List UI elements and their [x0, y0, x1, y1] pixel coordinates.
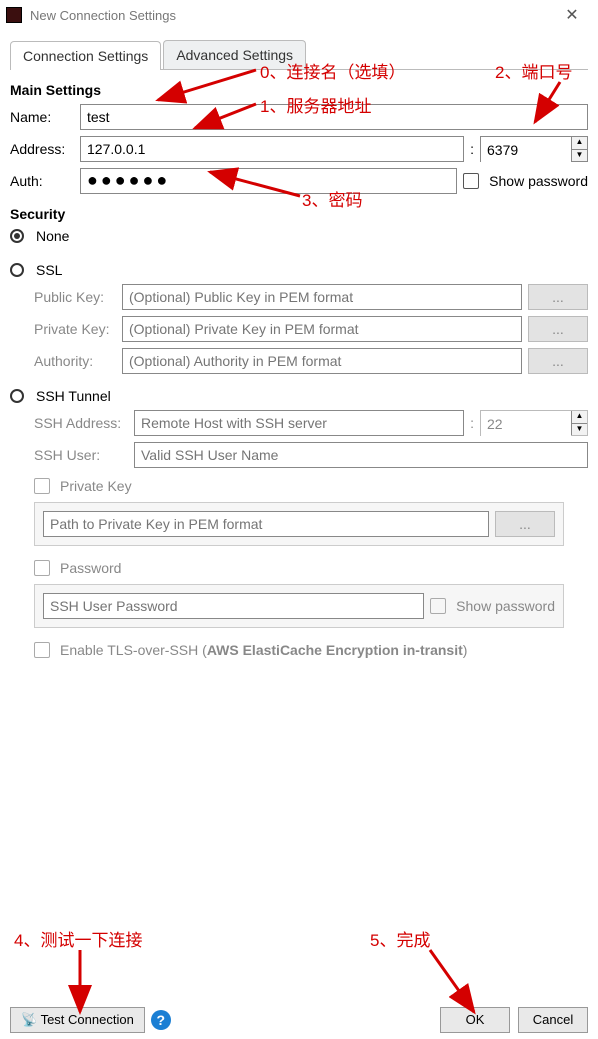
ssh-user-label: SSH User:: [34, 447, 128, 463]
ssh-private-key-label: Private Key: [60, 478, 132, 494]
ssh-address-label: SSH Address:: [34, 415, 128, 431]
authority-browse-button: ...: [528, 348, 588, 374]
security-ssl-radio[interactable]: [10, 263, 24, 277]
annotation-4: 4、测试一下连接: [14, 926, 142, 951]
ssh-private-key-box: ...: [34, 502, 564, 546]
ssh-password-label: Password: [60, 560, 121, 576]
show-password-label: Show password: [489, 173, 588, 189]
tab-connection-settings[interactable]: Connection Settings: [10, 41, 161, 70]
spin-up-icon: ▲: [572, 411, 587, 424]
address-input[interactable]: [80, 136, 464, 162]
ok-button[interactable]: OK: [440, 1007, 510, 1033]
security-ssh-tunnel-radio[interactable]: [10, 389, 24, 403]
app-icon: [6, 7, 22, 23]
name-input[interactable]: [80, 104, 588, 130]
private-key-input: [122, 316, 522, 342]
private-key-browse-button: ...: [528, 316, 588, 342]
dialog-footer: 📡 Test Connection ? OK Cancel: [0, 1007, 598, 1033]
main-settings-heading: Main Settings: [10, 82, 588, 98]
cancel-button[interactable]: Cancel: [518, 1007, 588, 1033]
ssh-password-input: [43, 593, 424, 619]
security-ssh-tunnel-label: SSH Tunnel: [36, 388, 111, 404]
ssh-port-spinbox: ▲ ▼: [480, 410, 588, 436]
test-connection-icon: 📡: [21, 1012, 37, 1027]
port-spinbox[interactable]: ▲ ▼: [480, 136, 588, 162]
ssh-private-key-path-input: [43, 511, 489, 537]
show-password-checkbox[interactable]: [463, 173, 479, 189]
security-none-label: None: [36, 228, 69, 244]
tab-bar: Connection Settings Advanced Settings: [10, 40, 588, 70]
ssh-private-key-browse-button: ...: [495, 511, 555, 537]
ssh-port-input: [481, 411, 571, 437]
authority-label: Authority:: [34, 353, 116, 369]
help-icon[interactable]: ?: [151, 1010, 171, 1030]
ssh-show-password-label: Show password: [456, 598, 555, 614]
spin-down-icon: ▼: [572, 424, 587, 436]
port-spin-buttons[interactable]: ▲ ▼: [571, 137, 587, 161]
ssh-port-separator: :: [470, 415, 474, 431]
public-key-label: Public Key:: [34, 289, 116, 305]
public-key-input: [122, 284, 522, 310]
port-separator: :: [470, 141, 474, 157]
private-key-label: Private Key:: [34, 321, 116, 337]
annotation-5: 5、完成: [370, 926, 430, 951]
spin-down-icon[interactable]: ▼: [572, 150, 587, 162]
address-label: Address:: [10, 141, 74, 157]
tab-advanced-settings[interactable]: Advanced Settings: [163, 40, 306, 69]
security-none-radio[interactable]: [10, 229, 24, 243]
authority-input: [122, 348, 522, 374]
spin-up-icon[interactable]: ▲: [572, 137, 587, 150]
ssh-address-input: [134, 410, 464, 436]
ssh-password-box: Show password: [34, 584, 564, 628]
ssh-password-checkbox: [34, 560, 50, 576]
port-input[interactable]: [481, 137, 571, 163]
window-title: New Connection Settings: [30, 8, 176, 23]
security-heading: Security: [10, 206, 588, 222]
name-label: Name:: [10, 109, 74, 125]
auth-input[interactable]: ●●●●●●: [80, 168, 457, 194]
security-ssl-label: SSL: [36, 262, 62, 278]
window-titlebar: New Connection Settings ✕: [0, 0, 598, 30]
ssh-port-spin-buttons: ▲ ▼: [571, 411, 587, 435]
ssh-show-password-checkbox: [430, 598, 446, 614]
close-icon[interactable]: ✕: [552, 5, 592, 25]
ssh-private-key-checkbox: [34, 478, 50, 494]
test-connection-button[interactable]: 📡 Test Connection: [10, 1007, 145, 1033]
tls-over-ssh-checkbox: [34, 642, 50, 658]
tls-over-ssh-label: Enable TLS-over-SSH (AWS ElastiCache Enc…: [60, 642, 467, 658]
public-key-browse-button: ...: [528, 284, 588, 310]
ssh-user-input: [134, 442, 588, 468]
auth-label: Auth:: [10, 173, 74, 189]
